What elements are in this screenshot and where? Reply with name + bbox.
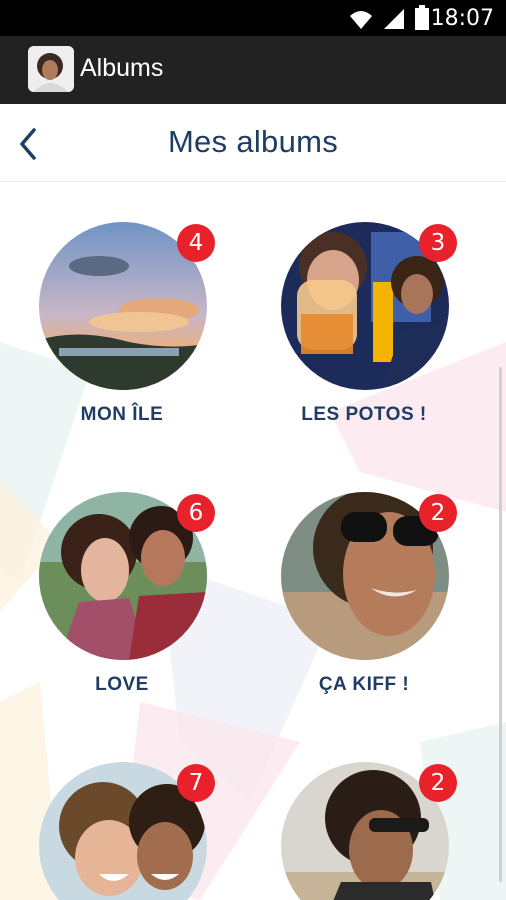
album-label: LOVE — [95, 674, 149, 695]
album-label: MON ÎLE — [80, 404, 164, 425]
status-icons — [348, 5, 430, 31]
page-title: Mes albums — [167, 124, 339, 159]
app-title: Albums — [80, 54, 164, 82]
status-time: 18:07 — [430, 6, 494, 31]
photo-count-badge: 4 — [177, 224, 215, 262]
album-label: LES POTOS ! — [301, 404, 427, 425]
scrollbar[interactable] — [499, 367, 502, 882]
wifi-icon — [350, 11, 372, 29]
album-label: ÇA KIFF ! — [318, 674, 410, 695]
photo-count-badge: 6 — [177, 494, 215, 532]
albums-grid: 4 MON ÎLE 3 LES POTOS ! 6 LOVE 2 ÇA KIFF… — [0, 182, 506, 900]
app-avatar-icon[interactable] — [28, 46, 74, 92]
battery-icon — [415, 5, 429, 30]
photo-count-badge: 7 — [177, 764, 215, 802]
photo-count-badge: 3 — [419, 224, 457, 262]
page-header: Mes albums — [0, 104, 506, 182]
status-bar: 18:07 — [0, 0, 506, 36]
photo-count-badge: 2 — [419, 494, 457, 532]
photo-count-badge: 2 — [419, 764, 457, 802]
signal-icon — [384, 9, 404, 29]
action-bar: Albums — [0, 36, 506, 104]
